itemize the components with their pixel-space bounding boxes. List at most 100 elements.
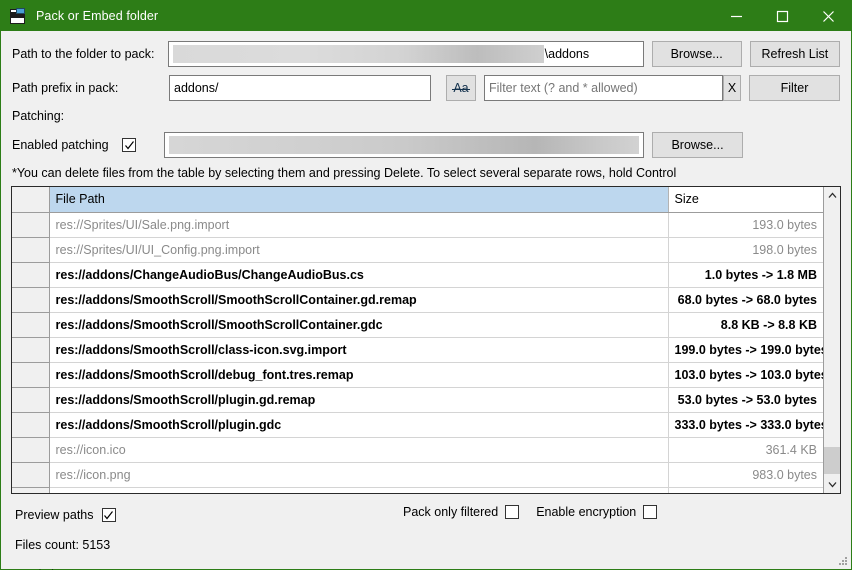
cell-file-path: res://Sprites/UI/Sale.png.import — [49, 212, 669, 238]
resize-grip[interactable] — [837, 555, 849, 567]
encryption-options-row: Pack only filtered Enable encryption — [403, 505, 658, 519]
table-row[interactable]: res://addons/SmoothScroll/plugin.gdc 333.… — [12, 412, 823, 438]
scrollbar-thumb[interactable] — [824, 447, 840, 474]
cell-size: 199.0 bytes -> 199.0 bytes — [668, 337, 823, 363]
chevron-down-icon — [828, 482, 836, 488]
folder-path-label: Path to the folder to pack: — [12, 47, 155, 61]
browse-folder-button[interactable]: Browse... — [651, 41, 742, 67]
row-selector-cell[interactable] — [12, 462, 50, 488]
cell-size: 361.4 KB — [668, 437, 823, 463]
row-selector-cell[interactable] — [12, 487, 50, 493]
table-body: res://Sprites/UI/Sale.png.import 193.0 by… — [12, 212, 823, 493]
cell-file-path: res://Sprites/UI/UI_Config.png.import — [49, 237, 669, 263]
case-toggle-label: Aa — [452, 80, 470, 95]
preview-paths-checkbox[interactable] — [101, 508, 116, 522]
scroll-up-button[interactable] — [824, 187, 840, 204]
row-selector-cell[interactable] — [12, 387, 50, 413]
table-header-row: File Path Size — [12, 187, 823, 213]
row-selector-cell[interactable] — [12, 237, 50, 263]
enable-encryption-checkbox[interactable] — [643, 505, 658, 519]
row-selector-cell[interactable] — [12, 287, 50, 313]
pck-file-icon — [10, 7, 27, 25]
cell-file-path: res://icon.ico — [49, 437, 669, 463]
redacted-patch-block — [169, 136, 639, 154]
table-row[interactable]: res://addons/SmoothScroll/plugin.gd.rema… — [12, 387, 823, 413]
patching-section-label: Patching: — [12, 109, 65, 123]
cell-size: 193.0 bytes — [668, 212, 823, 238]
cell-file-path — [49, 487, 669, 493]
enabled-patching-checkbox[interactable] — [122, 138, 136, 152]
title-bar: Pack or Embed folder — [1, 1, 851, 31]
enabled-patching-label: Enabled patching — [12, 138, 109, 152]
path-prefix-label: Path prefix in pack: — [12, 81, 119, 95]
cell-file-path: res://addons/SmoothScroll/SmoothScrollCo… — [49, 287, 669, 313]
refresh-list-button[interactable]: Refresh List — [749, 41, 840, 67]
pack-only-filtered-label: Pack only filtered — [403, 505, 499, 519]
folder-path-value: \addons — [544, 47, 590, 61]
preview-paths-label: Preview paths — [15, 508, 94, 522]
folder-path-row: Path to the folder to pack: \addons Brow… — [12, 41, 840, 67]
cell-file-path: res://addons/SmoothScroll/SmoothScrollCo… — [49, 312, 669, 338]
patch-path-input[interactable] — [164, 132, 644, 158]
chevron-up-icon — [828, 192, 836, 198]
table-row[interactable]: res://Sprites/UI/Sale.png.import 193.0 by… — [12, 212, 823, 238]
table-row[interactable]: res://addons/SmoothScroll/class-icon.svg… — [12, 337, 823, 363]
table-row[interactable]: res://addons/ChangeAudioBus/ChangeAudioB… — [12, 262, 823, 288]
checkmark-icon — [124, 140, 134, 149]
cell-file-path: res://icon.png — [49, 462, 669, 488]
row-selector-cell[interactable] — [12, 437, 50, 463]
cell-file-path: res://addons/SmoothScroll/class-icon.svg… — [49, 337, 669, 363]
clear-filter-button[interactable]: X — [723, 75, 741, 101]
scroll-down-button[interactable] — [824, 476, 840, 493]
path-prefix-input[interactable] — [169, 75, 431, 101]
patching-row: Enabled patching Browse... — [12, 132, 840, 158]
column-header-file-path[interactable]: File Path — [49, 187, 669, 213]
scrollbar-track[interactable] — [824, 204, 840, 476]
table-vertical-scrollbar[interactable] — [823, 187, 840, 493]
table-row[interactable]: res://addons/SmoothScroll/SmoothScrollCo… — [12, 287, 823, 313]
delete-hint-note: *You can delete files from the table by … — [12, 166, 677, 180]
cell-size: 8.8 KB -> 8.8 KB — [668, 312, 823, 338]
table-row[interactable] — [12, 487, 823, 493]
table-row[interactable]: res://addons/SmoothScroll/debug_font.tre… — [12, 362, 823, 388]
cell-size: 68.0 bytes -> 68.0 bytes — [668, 287, 823, 313]
cell-file-path: res://addons/ChangeAudioBus/ChangeAudioB… — [49, 262, 669, 288]
bottom-left-stats: Preview paths Files count: 5153 Total si… — [15, 506, 305, 570]
maximize-button[interactable] — [759, 1, 805, 31]
file-table-scroll-area: File Path Size res://Sprites/UI/Sale.png… — [12, 187, 823, 493]
row-selector-cell[interactable] — [12, 362, 50, 388]
cell-file-path: res://addons/SmoothScroll/debug_font.tre… — [49, 362, 669, 388]
table-row[interactable]: res://addons/SmoothScroll/SmoothScrollCo… — [12, 312, 823, 338]
cell-size — [668, 487, 823, 493]
pack-only-filtered-checkbox[interactable] — [505, 505, 520, 519]
table-row[interactable]: res://icon.png 983.0 bytes — [12, 462, 823, 488]
row-selector-cell[interactable] — [12, 312, 50, 338]
cell-size: 103.0 bytes -> 103.0 bytes — [668, 362, 823, 388]
redacted-path-block — [172, 45, 544, 63]
row-selector-cell[interactable] — [12, 262, 50, 288]
cell-size: 53.0 bytes -> 53.0 bytes — [668, 387, 823, 413]
cell-size: 333.0 bytes -> 333.0 bytes — [668, 412, 823, 438]
checkmark-icon — [104, 510, 113, 519]
table-row[interactable]: res://icon.ico 361.4 KB — [12, 437, 823, 463]
cell-file-path: res://addons/SmoothScroll/plugin.gd.rema… — [49, 387, 669, 413]
row-selector-cell[interactable] — [12, 412, 50, 438]
folder-path-input[interactable]: \addons — [167, 41, 644, 67]
minimize-button[interactable] — [713, 1, 759, 31]
bottom-panel: Preview paths Files count: 5153 Total si… — [1, 494, 851, 570]
cell-file-path: res://addons/SmoothScroll/plugin.gdc — [49, 412, 669, 438]
path-prefix-row: Path prefix in pack: Aa X Filter — [12, 75, 840, 101]
table-row[interactable]: res://Sprites/UI/UI_Config.png.import 198… — [12, 237, 823, 263]
filter-input[interactable] — [484, 75, 723, 101]
row-selector-cell[interactable] — [12, 212, 50, 238]
row-selector-cell[interactable] — [12, 337, 50, 363]
table-corner-header[interactable] — [12, 187, 50, 213]
browse-patch-button[interactable]: Browse... — [652, 132, 743, 158]
close-button[interactable] — [805, 1, 851, 31]
file-table-container: File Path Size res://Sprites/UI/Sale.png… — [11, 186, 841, 494]
case-sensitive-toggle-icon[interactable]: Aa — [446, 75, 476, 101]
pack-or-embed-folder-window: Pack or Embed folder Path to the folder … — [0, 0, 852, 570]
column-header-size[interactable]: Size — [668, 187, 823, 213]
files-count-label: Files count: 5153 — [15, 538, 111, 552]
filter-button[interactable]: Filter — [749, 75, 840, 101]
